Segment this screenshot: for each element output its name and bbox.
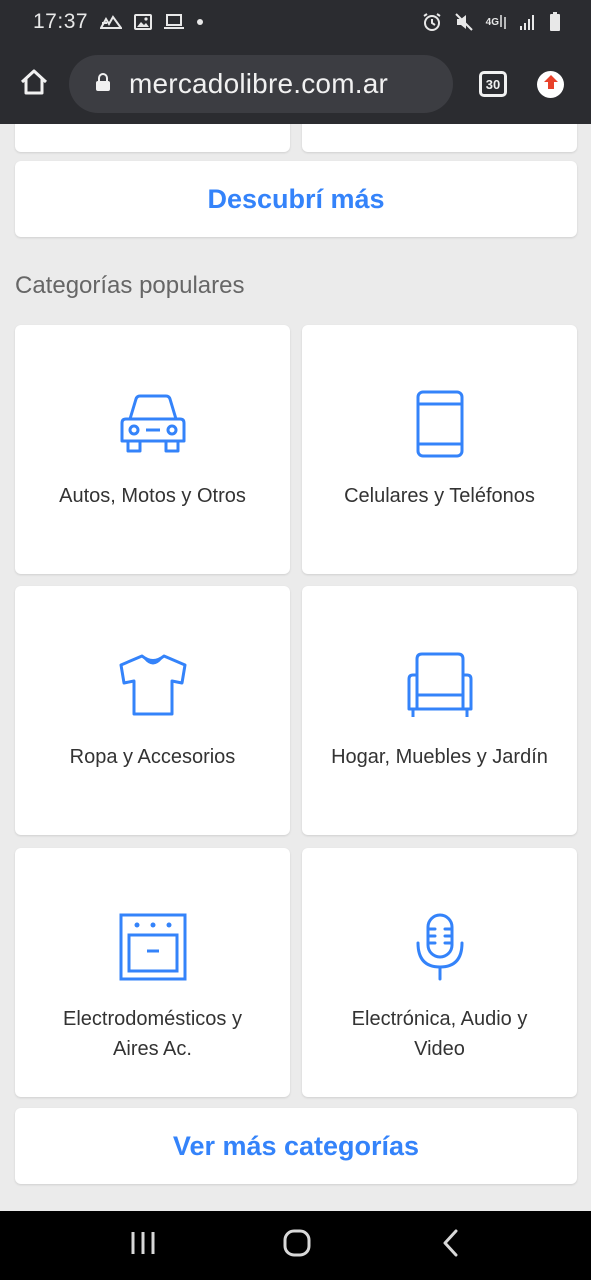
mountain-icon [100,14,123,30]
address-bar[interactable]: mercadolibre.com.ar [69,55,453,113]
partial-product-card[interactable] [15,124,290,152]
back-icon [442,1229,460,1262]
discover-more-button[interactable]: Descubrí más [15,161,577,237]
signal-icon [519,13,537,31]
category-label: Celulares y Teléfonos [344,485,535,507]
partial-product-card[interactable] [302,124,577,152]
section-title: Categorías populares [15,272,245,299]
network-icon: 4G [486,13,507,31]
recents-icon [130,1231,156,1260]
lock-icon [95,72,111,97]
category-label: Electrodomésticos y Aires Ac. [63,1008,242,1060]
image-icon [134,14,153,30]
back-button[interactable] [411,1211,491,1280]
system-nav-bar [0,1211,591,1280]
category-card-celulares[interactable]: Celulares y Teléfonos [302,325,577,574]
see-more-categories-button[interactable]: Ver más categorías [15,1108,577,1184]
dot-icon [196,18,204,26]
car-icon [118,389,188,459]
status-left: 17:37 [33,10,204,34]
home-button[interactable] [14,64,54,104]
laptop-icon [164,14,185,30]
update-icon [543,74,559,95]
category-card-electrodomesticos[interactable]: Electrodomésticos y Aires Ac. [15,848,290,1097]
tabs-button[interactable]: 30 [479,71,507,97]
recents-button[interactable] [103,1211,183,1280]
phone-icon [415,389,465,459]
category-label: Ropa y Accesorios [69,746,236,768]
page-content: Descubrí más Categorías populares Autos,… [0,124,591,1211]
armchair-icon [405,650,475,720]
category-label: Hogar, Muebles y Jardín [331,746,548,768]
status-time: 17:37 [33,10,89,33]
category-card-electronica[interactable]: Electrónica, Audio y Video [302,848,577,1097]
category-label: Autos, Motos y Otros [59,485,246,507]
category-card-ropa[interactable]: Ropa y Accesorios [15,586,290,835]
nav-home-button[interactable] [257,1211,337,1280]
oven-icon [119,912,187,982]
battery-icon [549,12,561,32]
update-button[interactable] [537,71,564,98]
alarm-icon [422,12,442,32]
browser-toolbar: mercadolibre.com.ar 30 [0,44,591,124]
network-label: 4G [485,16,499,28]
category-card-autos[interactable]: Autos, Motos y Otros [15,325,290,574]
category-label: Electrónica, Audio y Video [351,1008,528,1060]
status-bar: 17:37 4G [0,0,591,44]
tshirt-icon [118,650,188,720]
category-card-hogar[interactable]: Hogar, Muebles y Jardín [302,586,577,835]
tab-count: 30 [485,76,501,92]
mute-icon [454,12,474,32]
microphone-icon [413,912,467,982]
status-right: 4G [422,12,561,32]
home-nav-icon [283,1229,311,1262]
home-icon [19,67,49,102]
url-text: mercadolibre.com.ar [129,68,388,99]
